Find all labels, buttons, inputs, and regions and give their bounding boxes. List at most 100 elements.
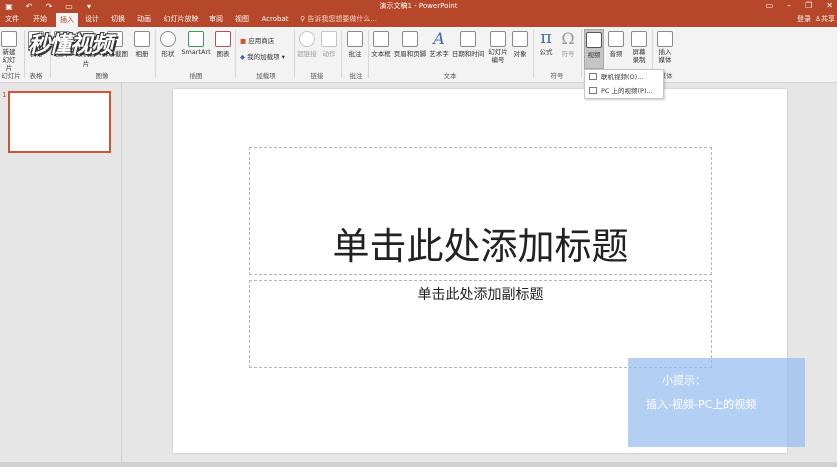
photo-album-icon <box>134 31 150 47</box>
separator <box>581 30 582 78</box>
equation-button[interactable]: π 公式 <box>536 27 556 69</box>
smartart-icon <box>188 31 204 47</box>
tip-title: 小提示： <box>662 374 706 387</box>
new-slide-icon <box>1 31 17 47</box>
store-button[interactable]: ■ 应用商店 <box>240 35 274 45</box>
ribbon-tabs: 文件 开始 插入 设计 切换 动画 幻灯片放映 审阅 视图 Acrobat ♀ … <box>0 12 837 27</box>
star-icon <box>321 31 337 47</box>
shapes-button[interactable]: 形状 <box>158 29 178 69</box>
tab-file[interactable]: 文件 <box>2 12 22 27</box>
textbox-icon <box>373 31 389 47</box>
tab-design[interactable]: 设计 <box>82 12 102 27</box>
group-label-illustrations: 插图 <box>189 72 203 80</box>
online-video-item[interactable]: 联机视频(O)... <box>585 70 663 84</box>
subtitle-placeholder[interactable]: 单击此处添加副标题 <box>249 280 712 368</box>
separator <box>24 30 25 78</box>
group-label-symbols: 符号 <box>550 72 564 80</box>
tab-view[interactable]: 视图 <box>232 12 252 27</box>
symbol-button[interactable]: Ω 符号 <box>558 29 578 69</box>
speaker-icon <box>608 31 624 47</box>
group-label-tables: 表格 <box>29 72 43 80</box>
window-controls: ▭ – ❐ ✕ <box>766 0 833 12</box>
title-placeholder-text: 单击此处添加标题 <box>332 225 629 268</box>
status-bar <box>0 462 837 467</box>
restore-icon[interactable]: ❐ <box>805 0 812 12</box>
pc-video-icon <box>589 87 597 94</box>
my-addins-button[interactable]: ◆ 我的加载项 ▾ <box>240 51 285 61</box>
video-dropdown-menu: 联机视频(O)... PC 上的视频(P)... <box>584 69 664 99</box>
slides-pane: 1 <box>0 83 122 467</box>
window-title: 演示文稿1 - PowerPoint <box>379 2 458 10</box>
group-label-comments: 批注 <box>349 72 363 80</box>
separator <box>294 30 295 78</box>
omega-icon: Ω <box>561 29 575 48</box>
film-icon <box>586 32 602 48</box>
slide-thumbnail[interactable] <box>8 91 111 153</box>
chart-button[interactable]: 图表 <box>214 29 232 69</box>
calendar-icon <box>460 31 476 47</box>
separator <box>341 30 342 78</box>
slide-number-icon <box>490 31 506 47</box>
tab-acrobat[interactable]: Acrobat <box>258 12 292 27</box>
group-label-text: 文本 <box>443 72 457 80</box>
separator <box>155 30 156 78</box>
wordart-button[interactable]: A 艺术字 <box>428 29 450 69</box>
tip-overlay: 小提示： 插入-视频-PC上的视频 <box>628 358 805 447</box>
ribbon: 新建 幻灯片 幻灯片 表格 表格 图片 联机图片 屏幕截图 相册 图像 形状 S… <box>0 27 837 83</box>
globe-icon <box>299 31 315 47</box>
sign-in-link[interactable]: 登录 <box>797 12 811 27</box>
minimize-icon[interactable]: – <box>787 0 791 12</box>
slide-number: 1 <box>2 91 7 99</box>
tab-review[interactable]: 审阅 <box>206 12 226 27</box>
pc-video-item[interactable]: PC 上的视频(P)... <box>585 84 663 98</box>
share-button[interactable]: ♙共享 <box>815 12 835 27</box>
close-icon[interactable]: ✕ <box>826 0 833 12</box>
watermark-logo: 秒懂视频 <box>28 33 113 58</box>
comment-button[interactable]: 批注 <box>344 29 366 69</box>
tab-transitions[interactable]: 切换 <box>108 12 128 27</box>
group-label-links: 链接 <box>310 72 324 80</box>
tab-insert[interactable]: 插入 <box>56 13 78 27</box>
insert-media-icon <box>657 31 673 47</box>
audio-button[interactable]: 音频 <box>606 29 626 69</box>
date-time-button[interactable]: 日期和时间 <box>451 29 485 69</box>
pi-icon: π <box>540 27 552 48</box>
store-icon: ■ <box>240 37 249 45</box>
slide-number-button[interactable]: 幻灯片 编号 <box>486 29 510 69</box>
subtitle-placeholder-text: 单击此处添加副标题 <box>417 287 544 303</box>
online-video-icon <box>589 73 597 80</box>
ribbon-display-options-icon[interactable]: ▭ <box>766 0 774 12</box>
photo-album-button[interactable]: 相册 <box>132 29 152 69</box>
tip-body: 插入-视频-PC上的视频 <box>646 398 757 411</box>
action-button[interactable]: 动作 <box>320 29 338 69</box>
chevron-down-icon: ▾ <box>279 53 285 61</box>
tab-home[interactable]: 开始 <box>30 12 50 27</box>
comment-icon <box>347 31 363 47</box>
object-icon <box>512 31 528 47</box>
video-button[interactable]: 视频 <box>584 29 604 69</box>
wordart-icon: A <box>433 29 445 48</box>
separator <box>368 30 369 78</box>
hyperlink-button[interactable]: 超链接 <box>296 29 318 69</box>
separator <box>533 30 534 78</box>
screen-recording-button[interactable]: 屏幕 录制 <box>628 29 650 69</box>
separator <box>235 30 236 78</box>
textbox-button[interactable]: 文本框 <box>370 29 392 69</box>
chart-icon <box>215 31 231 47</box>
tell-me-box[interactable]: ♀ 告诉我您想要做什么... <box>300 12 377 27</box>
group-label-images: 图像 <box>95 72 109 80</box>
header-footer-icon <box>402 31 418 47</box>
title-bar: ▣ ↶ ↷ ▭ ▾ 演示文稿1 - PowerPoint ▭ – ❐ ✕ <box>0 0 837 12</box>
header-footer-button[interactable]: 页眉和页脚 <box>393 29 427 69</box>
tab-animations[interactable]: 动画 <box>134 12 154 27</box>
shapes-icon <box>160 31 176 47</box>
smartart-button[interactable]: SmartArt <box>180 29 212 69</box>
object-button[interactable]: 对象 <box>510 29 530 69</box>
insert-media-button[interactable]: 插入 媒体 <box>654 29 676 69</box>
screen-record-icon <box>631 31 647 47</box>
new-slide-button[interactable]: 新建 幻灯片 <box>0 29 18 72</box>
title-placeholder[interactable]: 单击此处添加标题 <box>249 147 712 275</box>
tab-slideshow[interactable]: 幻灯片放映 <box>160 12 202 27</box>
group-label-slides: 幻灯片 <box>1 72 21 80</box>
group-label-addins: 加载项 <box>256 72 276 80</box>
